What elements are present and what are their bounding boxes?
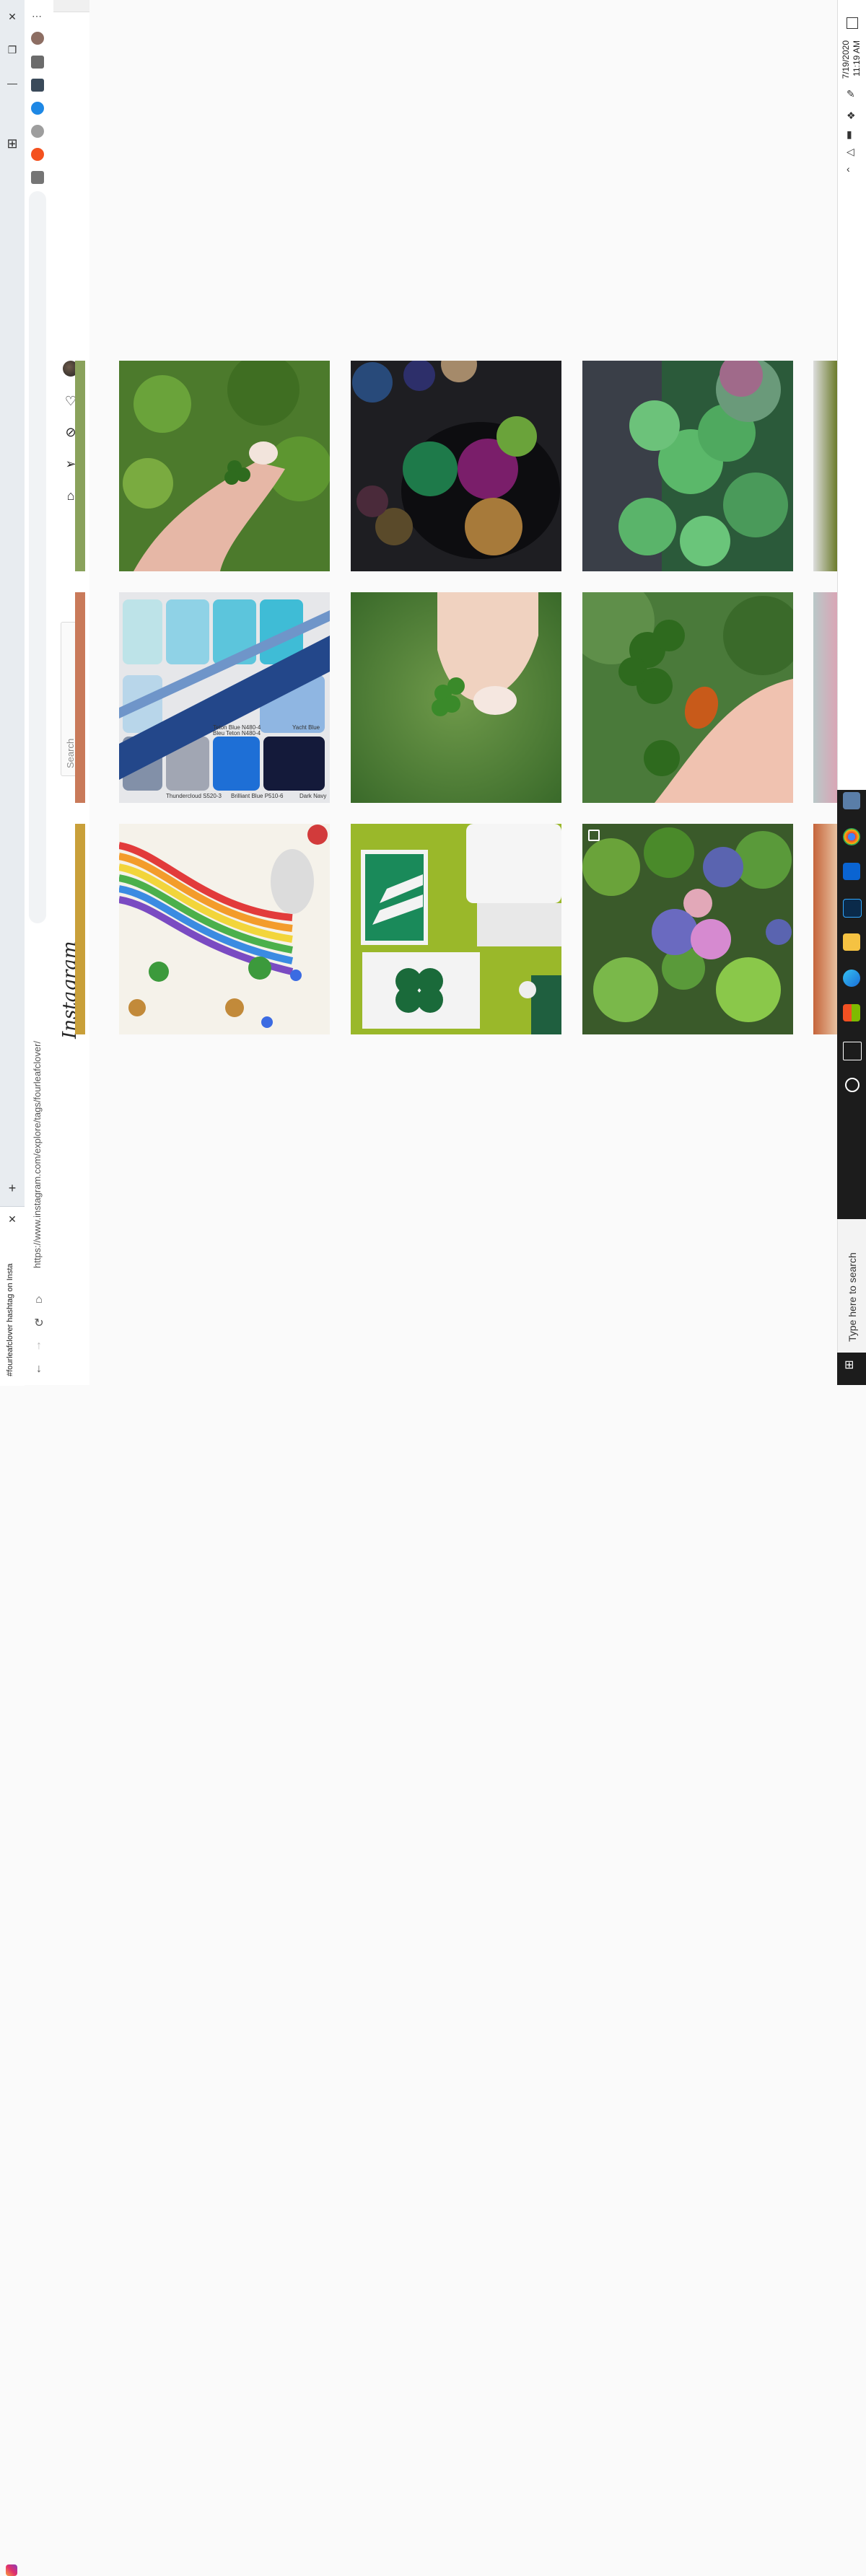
outlook-icon[interactable]	[843, 863, 860, 880]
home-button-icon[interactable]: ⌂	[30, 1291, 48, 1309]
chrome-icon[interactable]	[843, 828, 860, 845]
file-explorer-icon[interactable]	[843, 933, 860, 951]
partial-tile[interactable]	[813, 592, 837, 803]
notification-icon[interactable]	[847, 17, 858, 29]
task-view-icon[interactable]	[843, 1042, 862, 1060]
battery-icon[interactable]: ▮	[847, 128, 852, 141]
blueberries-image	[582, 824, 793, 1034]
post-thumbnail[interactable]	[351, 592, 561, 803]
partial-tile[interactable]	[75, 824, 85, 1034]
post-thumbnail[interactable]	[582, 824, 793, 1034]
cortana-icon[interactable]	[845, 1078, 860, 1092]
fingers-clover-image	[351, 592, 561, 803]
post-thumbnail[interactable]	[582, 361, 793, 571]
multiple-posts-icon	[588, 830, 600, 841]
reload-icon[interactable]: ↻	[30, 1314, 48, 1332]
partial-tile[interactable]	[813, 824, 837, 1034]
marbles-clover-image	[351, 361, 561, 571]
extension-grey-icon[interactable]	[31, 171, 44, 184]
browser-tab-strip: ✕ ❐ — ⊞ + ✕ #fourleafclover hashtag on I…	[0, 0, 25, 2576]
address-bar[interactable]: https://www.instagram.com/explore/tags/f…	[26, 945, 49, 1277]
orange-nail-clover-image	[582, 592, 793, 803]
post-thumbnail[interactable]	[351, 824, 561, 1034]
extension-orange-icon[interactable]	[31, 148, 44, 161]
pen-icon[interactable]: ✎	[847, 88, 855, 100]
partial-tile[interactable]	[813, 361, 837, 571]
dropbox-icon[interactable]: ❖	[847, 110, 856, 122]
swatch-label: Bleu Teton N480-4	[213, 730, 261, 737]
taskbar-tray: 11:19 AM 7/19/2020 ✎ ❖ ▮ ◁ ‹	[837, 0, 866, 790]
partial-tile[interactable]	[75, 592, 85, 803]
minimize-window-icon[interactable]: —	[0, 71, 25, 95]
close-tab-icon[interactable]: ✕	[0, 1207, 25, 1231]
framed-clover-wall-image	[351, 824, 561, 1034]
tab-title: #fourleafclover hashtag on Insta	[6, 1263, 14, 1376]
swatch-label: Brilliant Blue P510-6	[231, 793, 284, 799]
edge-icon[interactable]	[843, 970, 860, 987]
volume-icon[interactable]: ◁	[847, 146, 854, 158]
close-window-icon[interactable]: ✕	[0, 4, 25, 29]
post-thumbnail[interactable]	[351, 361, 561, 571]
post-thumbnail[interactable]	[119, 361, 330, 571]
url-text[interactable]: https://www.instagram.com/explore/tags/f…	[32, 951, 43, 1268]
sidebar-scroll-track[interactable]	[29, 191, 46, 923]
taskbar-search-box[interactable]: Type here to search	[837, 1219, 866, 1353]
office-icon[interactable]	[843, 1004, 860, 1021]
extension-circle-icon[interactable]	[31, 125, 44, 138]
swatch-label: Thundercloud S520-3	[166, 793, 222, 799]
new-tab-button[interactable]: +	[0, 1176, 25, 1200]
clover-leaves-image	[582, 361, 793, 571]
explore-grid: Teton Blue N480-4 Bleu Teton N480-4 Yach…	[75, 0, 837, 1385]
back-icon[interactable]: ↓	[30, 1360, 48, 1378]
swatch-label: Yacht Blue	[292, 724, 320, 731]
restore-window-icon[interactable]: ❐	[0, 38, 25, 62]
search-placeholder: Search	[65, 738, 76, 768]
extension-chart-icon[interactable]	[31, 79, 44, 92]
active-tab[interactable]: ✕ #fourleafclover hashtag on Insta	[0, 1206, 25, 2576]
profile-avatar-icon[interactable]	[31, 32, 44, 45]
clover-hand-image	[119, 361, 330, 571]
windows-taskbar: 11:19 AM 7/19/2020 ✎ ❖ ▮ ◁ ‹ Type here t…	[837, 0, 866, 1385]
more-menu-icon[interactable]: ⋯	[32, 10, 42, 22]
instagram-favicon-icon	[6, 2564, 17, 2576]
windows-start-icon[interactable]: ⊞	[844, 1358, 854, 1372]
bracelet-swatches-image: Teton Blue N480-4 Bleu Teton N480-4 Yach…	[119, 592, 330, 803]
taskbar-search-placeholder: Type here to search	[847, 1252, 858, 1342]
tab-actions-icon[interactable]: ⊞	[0, 131, 25, 156]
swatch-label: Dark Navy	[299, 793, 326, 799]
post-thumbnail[interactable]: Teton Blue N480-4 Bleu Teton N480-4 Yach…	[119, 592, 330, 803]
clock-date[interactable]: 7/19/2020	[841, 40, 851, 79]
taskbar-app-settings-icon[interactable]	[843, 792, 860, 809]
chevron-icon[interactable]: ‹	[847, 163, 850, 175]
forward-icon[interactable]: ↑	[30, 1337, 48, 1355]
rainbow-bunny-drawing-image	[119, 824, 330, 1034]
clock-time[interactable]: 11:19 AM	[852, 40, 862, 76]
extension-blue-icon[interactable]	[31, 102, 44, 115]
post-thumbnail[interactable]	[119, 824, 330, 1034]
extensions-puzzle-icon[interactable]	[31, 56, 44, 69]
photoshop-icon[interactable]	[843, 899, 862, 918]
partial-tile[interactable]	[75, 361, 85, 571]
post-thumbnail[interactable]	[582, 592, 793, 803]
